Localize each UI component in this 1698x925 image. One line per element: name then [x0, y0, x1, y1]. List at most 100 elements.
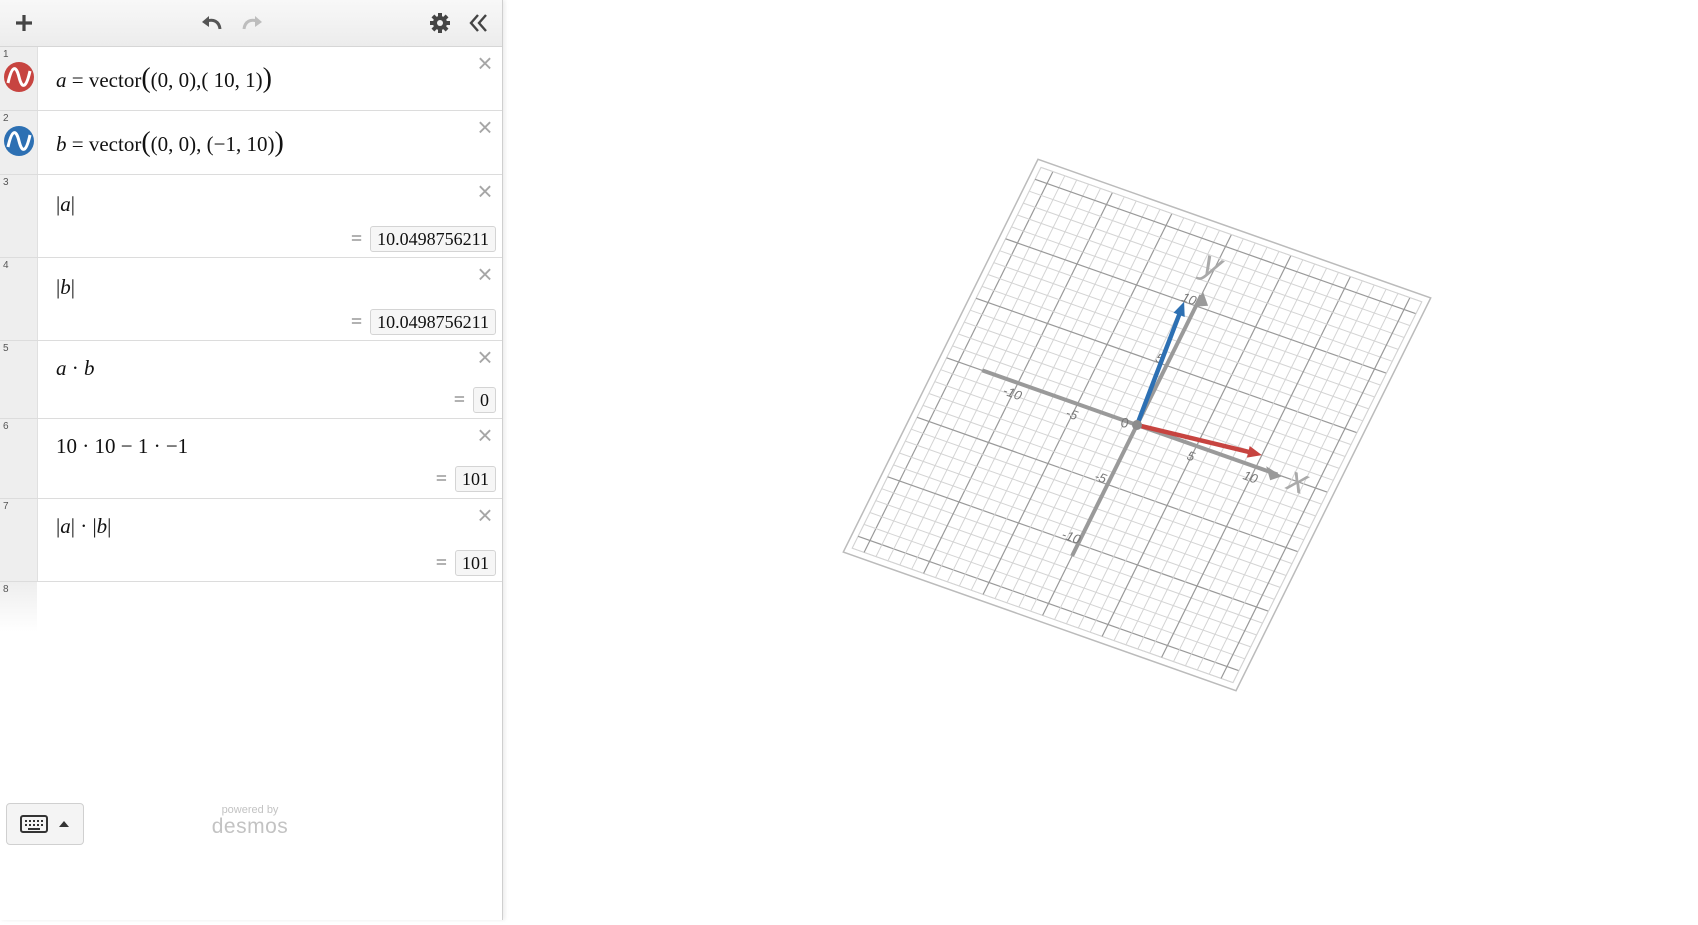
expression-result: = 101: [436, 550, 496, 576]
expression-item[interactable]: 1 a = vector((0, 0),( 10, 1)) ×: [0, 47, 502, 111]
result-value[interactable]: 10.0498756211: [370, 226, 496, 252]
variable-a: a: [56, 356, 67, 380]
equals-sign: =: [350, 310, 363, 333]
paren-open: (: [141, 63, 151, 94]
vector-a-arrowhead: [1246, 445, 1262, 458]
abs-bar: |: [70, 275, 75, 299]
delete-expression-button[interactable]: ×: [474, 502, 496, 528]
expression-number: 7: [3, 501, 9, 512]
expression-gutter: 5: [0, 341, 38, 418]
expression-item[interactable]: 4 |b| × = 10.0498756211: [0, 258, 502, 341]
variable-a: a: [60, 192, 71, 216]
sine-wave-icon: [6, 131, 32, 151]
equals-sign: =: [350, 227, 363, 250]
sine-wave-icon: [6, 67, 32, 87]
delete-expression-button[interactable]: ×: [474, 261, 496, 287]
abs-bar: |: [107, 514, 112, 538]
expression-math[interactable]: a · b: [56, 356, 95, 381]
variable-a: a: [56, 68, 67, 92]
equals-sign: =: [435, 467, 447, 490]
graph-color-icon[interactable]: [4, 126, 34, 156]
result-value[interactable]: 10.0498756211: [370, 309, 496, 335]
expression-math[interactable]: |a| · |b|: [56, 514, 111, 539]
variable-a: a: [60, 514, 71, 538]
expression-math[interactable]: b = vector((0, 0), (−1, 10)): [56, 127, 284, 159]
redo-icon: [242, 16, 262, 30]
close-icon: ×: [477, 259, 493, 289]
desmos-wordmark: desmos: [211, 815, 289, 838]
math-text: , (−1, 10): [196, 132, 275, 156]
add-expression-button[interactable]: [8, 7, 40, 39]
result-value[interactable]: 101: [455, 466, 496, 492]
caret-up-icon: [59, 821, 69, 827]
keyboard-toggle-button[interactable]: [6, 803, 84, 845]
x-tick-label: 10: [1241, 468, 1260, 487]
delete-expression-button[interactable]: ×: [474, 422, 496, 448]
math-text: = vector: [66, 68, 142, 92]
equals-sign: =: [435, 551, 447, 574]
undo-icon: [202, 16, 222, 30]
math-text: ,( 10, 1): [196, 68, 263, 92]
expression-item[interactable]: 2 b = vector((0, 0), (−1, 10)) ×: [0, 111, 502, 175]
graph-color-icon[interactable]: [4, 62, 34, 92]
variable-b: b: [56, 132, 67, 156]
variable-b: b: [60, 275, 71, 299]
double-chevron-left-icon: [469, 14, 487, 32]
expression-math[interactable]: 10 · 10 − 1 · −1: [56, 434, 188, 459]
close-icon: ×: [477, 112, 493, 142]
delete-expression-button[interactable]: ×: [474, 50, 496, 76]
expression-math[interactable]: a = vector((0, 0),( 10, 1)): [56, 63, 272, 95]
math-text: = vector: [66, 132, 142, 156]
math-text: (0, 0): [150, 68, 197, 92]
x-tick-label: 5: [1185, 448, 1198, 465]
settings-button[interactable]: [424, 7, 456, 39]
expression-item[interactable]: 6 10 · 10 − 1 · −1 × = 101: [0, 419, 502, 499]
redo-button[interactable]: [236, 7, 268, 39]
expression-number: 5: [3, 343, 9, 354]
collapse-panel-button[interactable]: [462, 7, 494, 39]
close-icon: ×: [477, 500, 493, 530]
powered-by-desmos-logo[interactable]: powered by desmos: [205, 805, 295, 838]
expression-result: = 10.0498756211: [351, 309, 496, 335]
origin-point: [1132, 420, 1142, 430]
x-tick-label: -5: [1064, 405, 1081, 423]
expression-gutter: 4: [0, 258, 38, 340]
expression-math[interactable]: |b|: [56, 275, 75, 300]
x-axis-arrowhead: [1266, 466, 1283, 481]
delete-expression-button[interactable]: ×: [474, 114, 496, 140]
close-icon: ×: [477, 48, 493, 78]
undo-button[interactable]: [196, 7, 228, 39]
close-icon: ×: [477, 176, 493, 206]
result-value[interactable]: 101: [455, 550, 496, 576]
result-value[interactable]: 0: [473, 387, 496, 413]
expression-list: 1 a = vector((0, 0),( 10, 1)) × 2 b = ve…: [0, 47, 502, 632]
expression-item[interactable]: 3 |a| × = 10.0498756211: [0, 175, 502, 258]
expression-result: = 101: [436, 466, 496, 492]
graph-3d-canvas[interactable]: x y -10 -5 5 10 -10 -5 5 10 0: [503, 0, 1698, 920]
close-icon: ×: [477, 342, 493, 372]
y-axis-label: y: [1194, 240, 1230, 286]
delete-expression-button[interactable]: ×: [474, 178, 496, 204]
expression-gutter: 6: [0, 419, 38, 498]
expression-item[interactable]: 7 |a| · |b| × = 101: [0, 499, 502, 582]
expression-item[interactable]: 5 a · b × = 0: [0, 341, 502, 419]
expression-result: = 10.0498756211: [351, 226, 496, 252]
delete-expression-button[interactable]: ×: [474, 344, 496, 370]
expression-math[interactable]: |a|: [56, 192, 75, 217]
new-expression-row[interactable]: 8: [0, 582, 502, 632]
expression-number: 8: [3, 584, 9, 595]
plus-icon: [16, 15, 32, 31]
expression-number: 3: [3, 177, 9, 188]
expression-number: 6: [3, 421, 9, 432]
expression-gutter: 1: [0, 47, 38, 110]
variable-b: b: [84, 356, 95, 380]
paren-close: ): [262, 63, 272, 94]
grid-line: [1232, 301, 1423, 683]
grid-line: [851, 167, 1042, 549]
close-icon: ×: [477, 420, 493, 450]
paren-close: ): [274, 127, 284, 158]
dot-operator: ·: [74, 514, 93, 538]
equals-sign: =: [453, 388, 465, 411]
dot-operator: ·: [66, 356, 84, 380]
grid-line: [1040, 166, 1422, 303]
